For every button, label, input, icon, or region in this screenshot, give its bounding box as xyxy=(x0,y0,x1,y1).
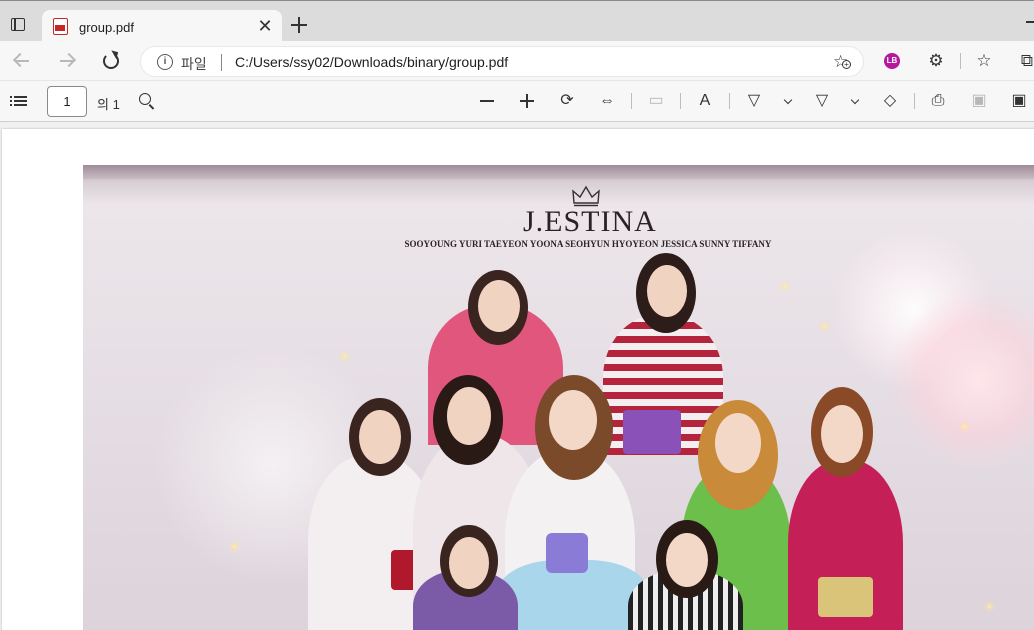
address-separator xyxy=(221,54,222,71)
new-tab-icon[interactable] xyxy=(289,15,309,35)
brand-logo: J.ESTINA xyxy=(523,205,657,238)
print-icon[interactable]: ⎙ xyxy=(927,90,949,112)
scheme-label: 파일 xyxy=(181,56,207,72)
chevron-down-icon[interactable] xyxy=(783,95,793,105)
url-text[interactable]: C:/Users/ssy02/Downloads/binary/group.pd… xyxy=(235,54,508,70)
erase-icon[interactable]: ◇ xyxy=(879,90,901,112)
page-total: 의 1 xyxy=(97,97,120,112)
tab-strip: group.pdf ✕ xyxy=(0,0,1034,43)
favorites-icon[interactable]: ☆ xyxy=(973,50,995,72)
chevron-down-icon[interactable] xyxy=(850,95,860,105)
rotate-icon[interactable]: ⟳ xyxy=(556,90,578,112)
save-icon[interactable]: ▣ xyxy=(968,90,990,112)
toolbar-divider xyxy=(729,93,730,109)
back-icon[interactable] xyxy=(10,49,34,73)
crown-logo xyxy=(572,185,600,207)
fit-page-icon[interactable]: ⇔ xyxy=(596,90,618,112)
collections-icon[interactable]: ⧉ xyxy=(1016,50,1034,72)
profile-icon[interactable]: LB xyxy=(884,53,900,69)
minimize-icon[interactable] xyxy=(1026,21,1034,23)
draw-icon[interactable]: ▽ xyxy=(743,90,765,112)
zoom-out-icon[interactable] xyxy=(480,100,494,102)
forward-icon[interactable] xyxy=(55,49,79,73)
close-icon[interactable]: ✕ xyxy=(256,17,274,35)
pdf-file-icon xyxy=(53,18,68,35)
toolbar-divider xyxy=(631,93,632,109)
window-icon[interactable] xyxy=(8,15,28,35)
save-as-icon[interactable]: ▣ xyxy=(1008,90,1030,112)
tab-title: group.pdf xyxy=(79,20,134,35)
page-number-input[interactable]: 1 xyxy=(47,86,87,117)
address-bar[interactable]: i 파일 C:/Users/ssy02/Downloads/binary/gro… xyxy=(140,46,864,77)
info-icon[interactable]: i xyxy=(157,54,173,70)
table-of-contents-icon[interactable] xyxy=(10,95,28,107)
toolbar-divider xyxy=(680,93,681,109)
favorite-add-icon[interactable]: ☆ + xyxy=(833,53,851,70)
extensions-icon[interactable]: ⚙ xyxy=(925,50,947,72)
reload-icon[interactable] xyxy=(99,47,123,73)
pdf-toolbar: 1 의 1 ⟳ ⇔ ▭ A ▽ ▽ ◇ ⎙ ▣ ▣ xyxy=(0,81,1034,122)
group-photo: J.ESTINA SOOYOUNG YURI TAEYEON YOONA SEO… xyxy=(83,165,1034,630)
toolbar-divider xyxy=(914,93,915,109)
zoom-in-icon[interactable] xyxy=(520,94,534,108)
tab-group-pdf[interactable]: group.pdf ✕ xyxy=(42,10,282,43)
read-aloud-icon[interactable]: A xyxy=(694,90,716,112)
navigation-bar: i 파일 C:/Users/ssy02/Downloads/binary/gro… xyxy=(0,41,1034,81)
search-icon[interactable] xyxy=(139,93,151,105)
highlight-icon[interactable]: ▽ xyxy=(811,90,833,112)
toolbar-divider xyxy=(960,53,961,69)
member-names: SOOYOUNG YURI TAEYEON YOONA SEOHYUN HYOY… xyxy=(404,239,772,249)
page-view-icon[interactable]: ▭ xyxy=(645,90,667,112)
